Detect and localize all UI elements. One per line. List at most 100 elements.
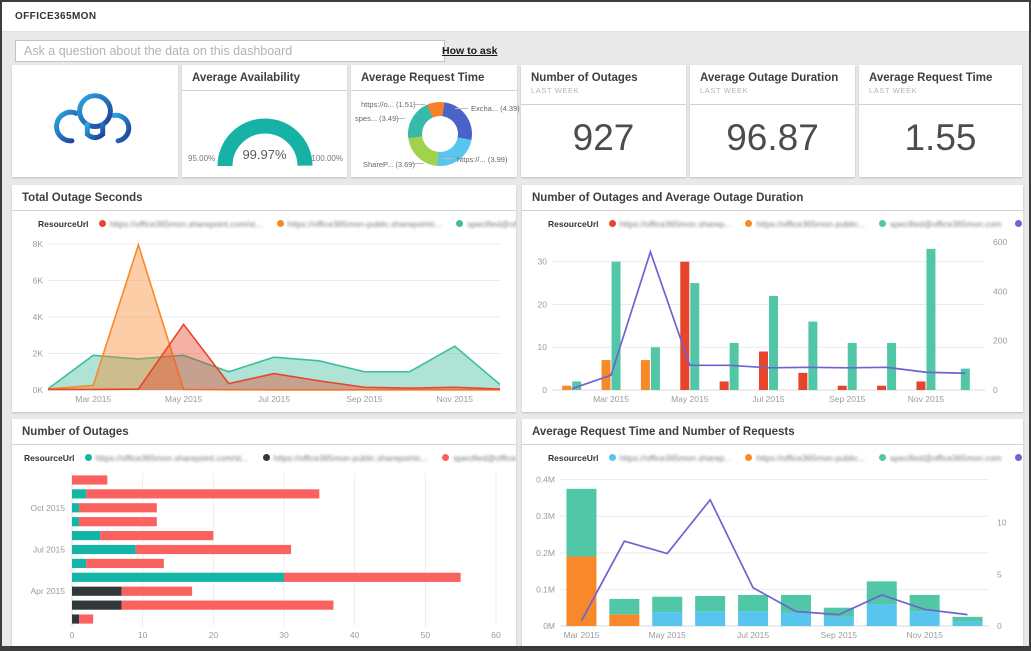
svg-text:Mar 2015: Mar 2015 xyxy=(75,394,111,404)
legend-dot-icon xyxy=(878,454,886,461)
tile-average-request-time-donut[interactable]: Average Request Time https://o... (1.51)… xyxy=(351,65,520,177)
how-to-ask-link[interactable]: How to ask xyxy=(442,45,497,57)
donut-label: Excha... (4.39) xyxy=(471,104,520,113)
svg-text:2K: 2K xyxy=(33,349,44,359)
legend-label: specified@office365mon.com xyxy=(453,452,516,463)
svg-text:Oct 2015: Oct 2015 xyxy=(31,503,66,513)
availability-gauge: 99.97% 95.00% 100.00% xyxy=(182,92,347,177)
legend-item: https://office365mon.sharepoint.com/st..… xyxy=(84,452,249,463)
chart-legend: ResourceUrl https://office365mon.sharepoi… xyxy=(12,445,516,470)
tile-title: Number of Outages xyxy=(531,72,638,84)
legend-label: https://office365mon.sharepoint.com/st..… xyxy=(95,452,249,463)
svg-text:Jul 2015: Jul 2015 xyxy=(737,630,769,640)
qa-search-input[interactable] xyxy=(15,40,445,62)
legend-label: https://office365mon-public.sharepointc.… xyxy=(287,218,443,229)
legend-label: https://office365mon-public... xyxy=(756,452,865,463)
legend-dot-icon xyxy=(98,220,106,227)
svg-text:Nov 2015: Nov 2015 xyxy=(437,394,474,404)
svg-text:60: 60 xyxy=(491,630,501,640)
donut-label: spes... (3.49) xyxy=(355,114,399,123)
svg-text:0: 0 xyxy=(542,385,547,395)
legend-dot-icon xyxy=(608,220,616,227)
legend-item: https://office365mon.sharep... xyxy=(608,453,731,463)
tile-total-outage-seconds[interactable]: Total Outage Seconds ResourceUrl https://… xyxy=(12,185,516,412)
legend-dot-icon xyxy=(276,220,284,227)
legend-item: specified@office365mon.com xyxy=(456,219,516,229)
donut-label: ShareP... (3.69) xyxy=(363,160,415,169)
svg-text:6K: 6K xyxy=(33,276,44,286)
legend-title: ResourceUrl xyxy=(24,452,75,463)
legend-item: AvgOutageDuration xyxy=(1015,219,1023,229)
svg-text:Sep 2015: Sep 2015 xyxy=(829,394,866,404)
legend-dot-icon xyxy=(745,454,753,461)
legend-dot-icon xyxy=(442,454,450,461)
tile-title: Average Request Time xyxy=(361,72,485,84)
svg-text:Nov 2015: Nov 2015 xyxy=(908,394,945,404)
legend-item: AvgRequestTime xyxy=(1015,453,1023,463)
legend-title: ResourceUrl xyxy=(38,218,89,229)
svg-text:0.2M: 0.2M xyxy=(536,548,555,558)
donut-label: https://... (3.99) xyxy=(457,155,508,164)
svg-text:0: 0 xyxy=(997,621,1002,631)
svg-text:Jul 2015: Jul 2015 xyxy=(33,545,65,555)
svg-text:0.4M: 0.4M xyxy=(536,475,555,485)
tile-number-of-outages-bars[interactable]: Number of Outages ResourceUrl https://off… xyxy=(12,419,516,646)
svg-text:5: 5 xyxy=(997,569,1002,579)
legend-label: specified@office365mon.com xyxy=(889,218,1002,229)
kpi-row: Average Availability 99.97% 95.00% 100.0… xyxy=(12,65,1022,177)
tile-request-time-and-requests[interactable]: Average Request Time and Number of Reque… xyxy=(522,419,1023,646)
svg-text:40: 40 xyxy=(350,630,360,640)
svg-text:Jul 2015: Jul 2015 xyxy=(258,394,290,404)
legend-dot-icon xyxy=(878,220,886,227)
outages-and-duration-chart: 0 10 20 30 0 200 400 600 Mar 2015 May 2015 Jul 201… xyxy=(538,237,1008,404)
tile-title: Average Outage Duration xyxy=(700,72,839,84)
legend-item: https://office365mon.sharepoint.com/st..… xyxy=(98,218,263,229)
svg-text:Mar 2015: Mar 2015 xyxy=(563,630,599,640)
svg-text:Sep 2015: Sep 2015 xyxy=(346,394,383,404)
svg-text:0K: 0K xyxy=(33,385,44,395)
tile-title: Average Request Time and Number of Reque… xyxy=(532,426,795,438)
tile-title: Average Availability xyxy=(192,72,301,84)
total-outage-seconds-chart: 0K 2K 4K 6K 8K Mar 2015 May 2015 Jul 2015 Sep 20… xyxy=(33,239,501,404)
top-bar: OFFICE365MON xyxy=(2,2,1029,32)
tile-logo[interactable] xyxy=(12,65,178,177)
dashboard-title: OFFICE365MON xyxy=(15,11,97,22)
svg-text:May 2015: May 2015 xyxy=(671,394,709,404)
svg-text:30: 30 xyxy=(538,257,548,267)
tile-outages-and-duration[interactable]: Number of Outages and Average Outage Dur… xyxy=(522,185,1023,412)
request-time-donut: https://o... (1.51) Excha... (4.39) spes… xyxy=(351,92,520,177)
svg-text:Jul 2015: Jul 2015 xyxy=(752,394,784,404)
tile-title: Number of Outages and Average Outage Dur… xyxy=(532,192,804,204)
tile-kpi-average-outage-duration[interactable]: Average Outage Duration LAST WEEK 96.87 xyxy=(690,65,855,177)
legend-label: https://office365mon-public... xyxy=(756,218,865,229)
tile-average-availability[interactable]: Average Availability 99.97% 95.00% 100.0… xyxy=(182,65,347,177)
legend-item: https://office365mon-public... xyxy=(745,219,865,229)
svg-text:May 2015: May 2015 xyxy=(649,630,687,640)
legend-item: https://office365mon-public.sharepointc.… xyxy=(262,453,428,463)
svg-text:20: 20 xyxy=(209,630,219,640)
legend-label: https://office365mon.sharepoint.com/st..… xyxy=(109,218,263,229)
request-time-and-requests-chart: 0M 0.1M 0.2M 0.3M 0.4M 0 5 10 Mar 2015 May 2015 Ju… xyxy=(536,475,1007,640)
svg-text:10: 10 xyxy=(538,342,548,352)
legend-dot-icon xyxy=(1015,220,1023,227)
tile-subtitle: LAST WEEK xyxy=(869,86,918,95)
svg-text:200: 200 xyxy=(993,336,1007,346)
svg-text:10: 10 xyxy=(138,630,148,640)
svg-text:Mar 2015: Mar 2015 xyxy=(593,394,629,404)
legend-item: https://office365mon.sharep... xyxy=(608,219,731,229)
legend-dot-icon xyxy=(608,454,616,461)
svg-text:0M: 0M xyxy=(543,621,555,631)
svg-text:400: 400 xyxy=(993,286,1007,296)
tile-title: Number of Outages xyxy=(22,426,129,438)
svg-text:10: 10 xyxy=(997,518,1007,528)
svg-text:4K: 4K xyxy=(33,312,44,322)
tile-kpi-number-of-outages[interactable]: Number of Outages LAST WEEK 927 xyxy=(521,65,686,177)
tile-kpi-average-request-time[interactable]: Average Request Time LAST WEEK 1.55 xyxy=(859,65,1022,177)
svg-text:0: 0 xyxy=(993,385,998,395)
dashboard-window: OFFICE365MON How to ask xyxy=(0,0,1031,651)
svg-text:0.3M: 0.3M xyxy=(536,511,555,521)
gauge-min-label: 95.00% xyxy=(188,154,216,163)
legend-item: specified@office365mon.com xyxy=(878,218,1002,229)
kpi-value: 1.55 xyxy=(904,117,977,158)
legend-item: specified@office365mon.com xyxy=(442,453,516,463)
